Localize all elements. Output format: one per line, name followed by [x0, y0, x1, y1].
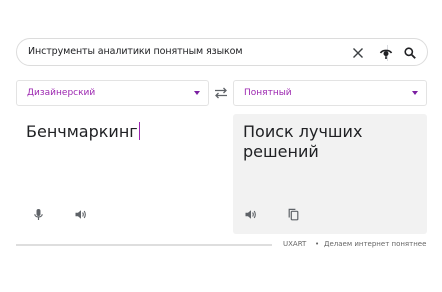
source-language-label: Дизайнерский	[27, 88, 96, 98]
mic-icon[interactable]	[30, 206, 46, 222]
target-language-select[interactable]: Понятный	[233, 80, 427, 106]
close-icon[interactable]	[350, 45, 366, 61]
speaker-icon[interactable]	[72, 206, 88, 222]
source-text-area[interactable]: Бенчмаркинг	[26, 122, 140, 141]
swap-icon[interactable]	[213, 86, 229, 100]
search-bar[interactable]: Инструменты аналитики понятным языком	[16, 38, 428, 66]
text-cursor	[138, 122, 140, 140]
speaker-icon[interactable]	[242, 206, 258, 222]
target-language-label: Понятный	[244, 88, 292, 98]
source-language-select[interactable]: Дизайнерский	[16, 80, 209, 106]
search-input[interactable]: Инструменты аналитики понятным языком	[28, 46, 243, 57]
copy-icon[interactable]	[285, 206, 301, 222]
search-icon[interactable]	[402, 45, 418, 61]
footer-separator: •	[315, 240, 320, 248]
footer-divider	[16, 244, 272, 246]
chevron-down-icon	[194, 91, 200, 95]
translated-text: Поиск лучших решений	[243, 122, 363, 161]
lens-icon[interactable]	[378, 45, 394, 61]
chevron-down-icon	[412, 91, 418, 95]
source-text: Бенчмаркинг	[26, 122, 138, 141]
footer-tagline: Делаем интернет понятнее	[324, 240, 427, 248]
source-panel[interactable]: Бенчмаркинг	[16, 114, 224, 234]
target-panel: Поиск лучших решений	[233, 114, 427, 234]
footer-brand: UXART	[283, 240, 307, 248]
